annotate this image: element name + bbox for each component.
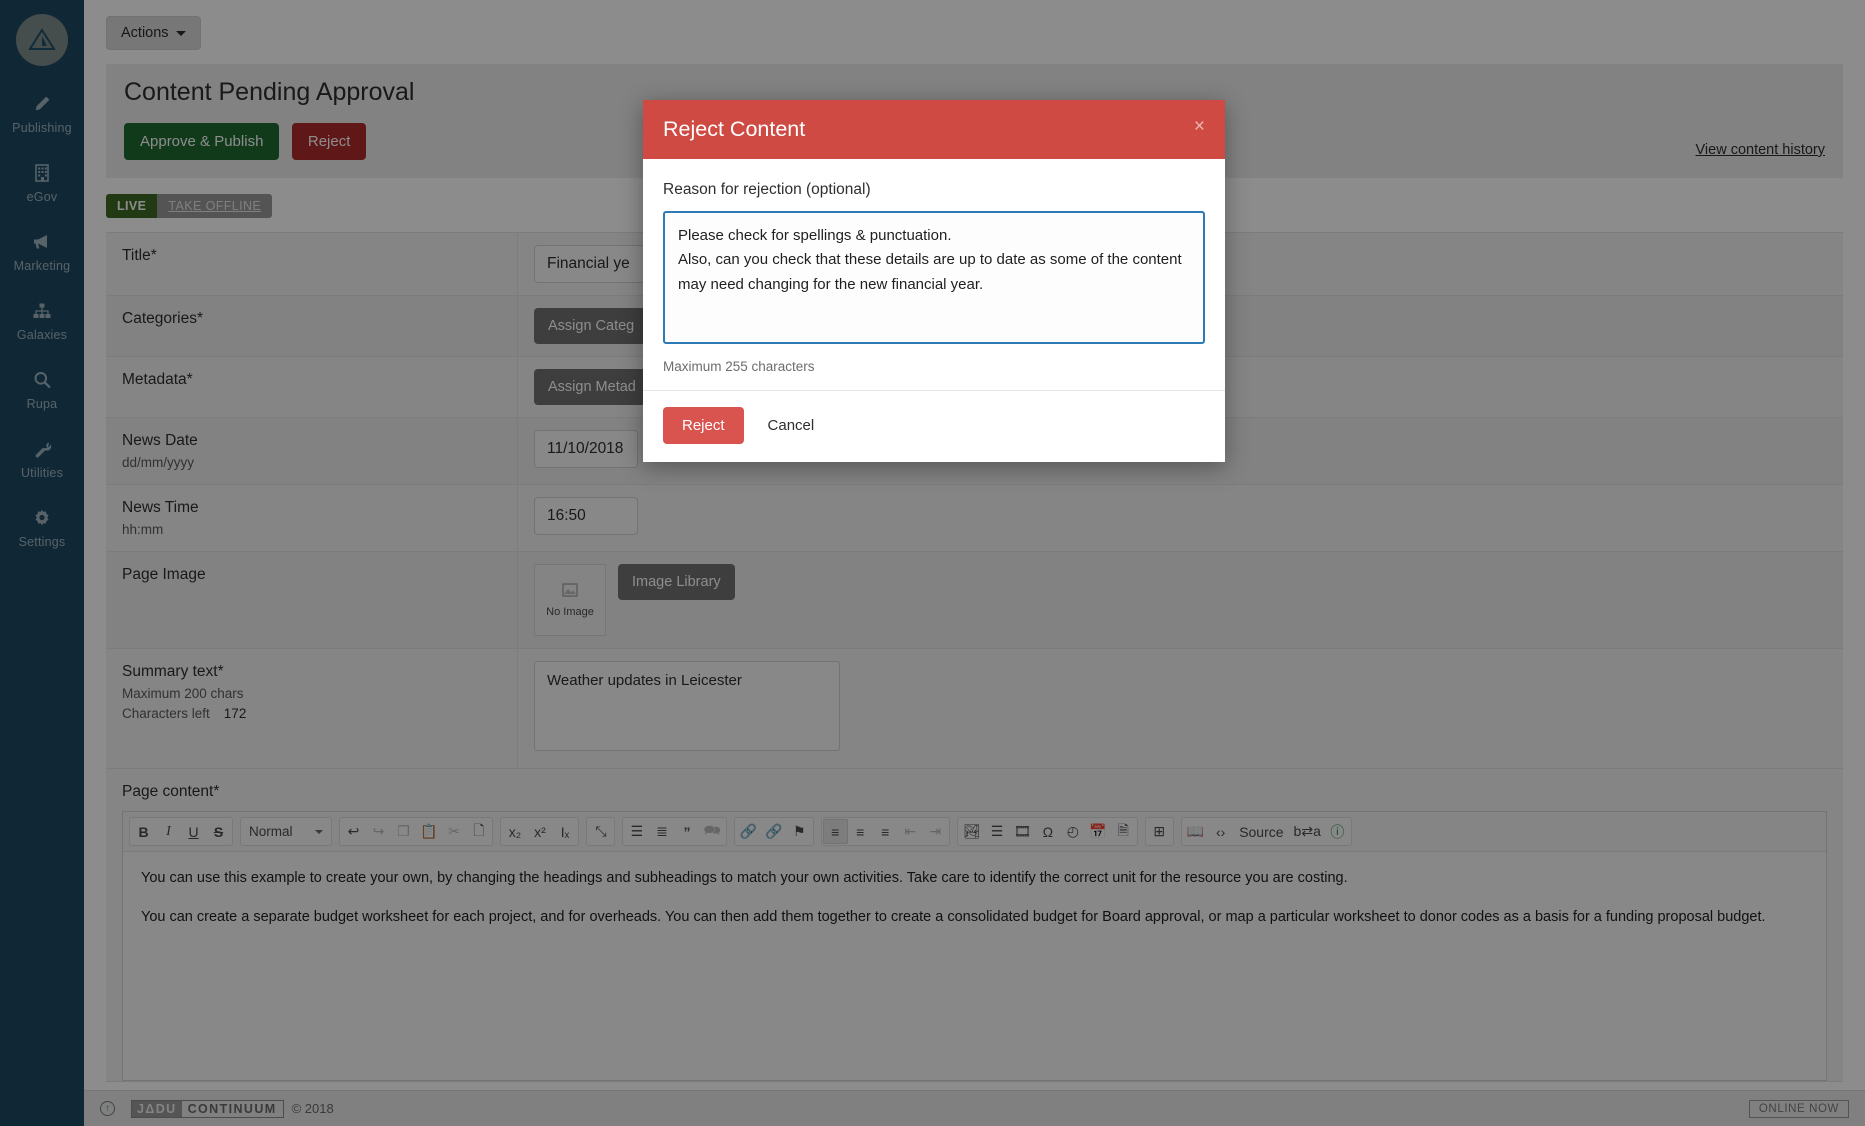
max-characters-note: Maximum 255 characters: [663, 359, 815, 374]
reason-textarea[interactable]: Please check for spellings & punctuation…: [663, 211, 1205, 344]
modal-cancel-button[interactable]: Cancel: [762, 416, 821, 435]
close-icon[interactable]: ×: [1194, 117, 1205, 136]
app-root: Publishing eGov Marketing Galaxies Rupa: [0, 0, 1865, 1126]
reject-content-modal: Reject Content × Reason for rejection (o…: [643, 100, 1225, 462]
modal-header: Reject Content ×: [643, 100, 1225, 159]
modal-reject-button[interactable]: Reject: [663, 407, 744, 444]
modal-footer: Reject Cancel: [643, 390, 1225, 462]
reason-label: Reason for rejection (optional): [663, 181, 871, 198]
modal-body: Reason for rejection (optional) Please c…: [643, 159, 1225, 390]
modal-title: Reject Content: [663, 117, 806, 141]
